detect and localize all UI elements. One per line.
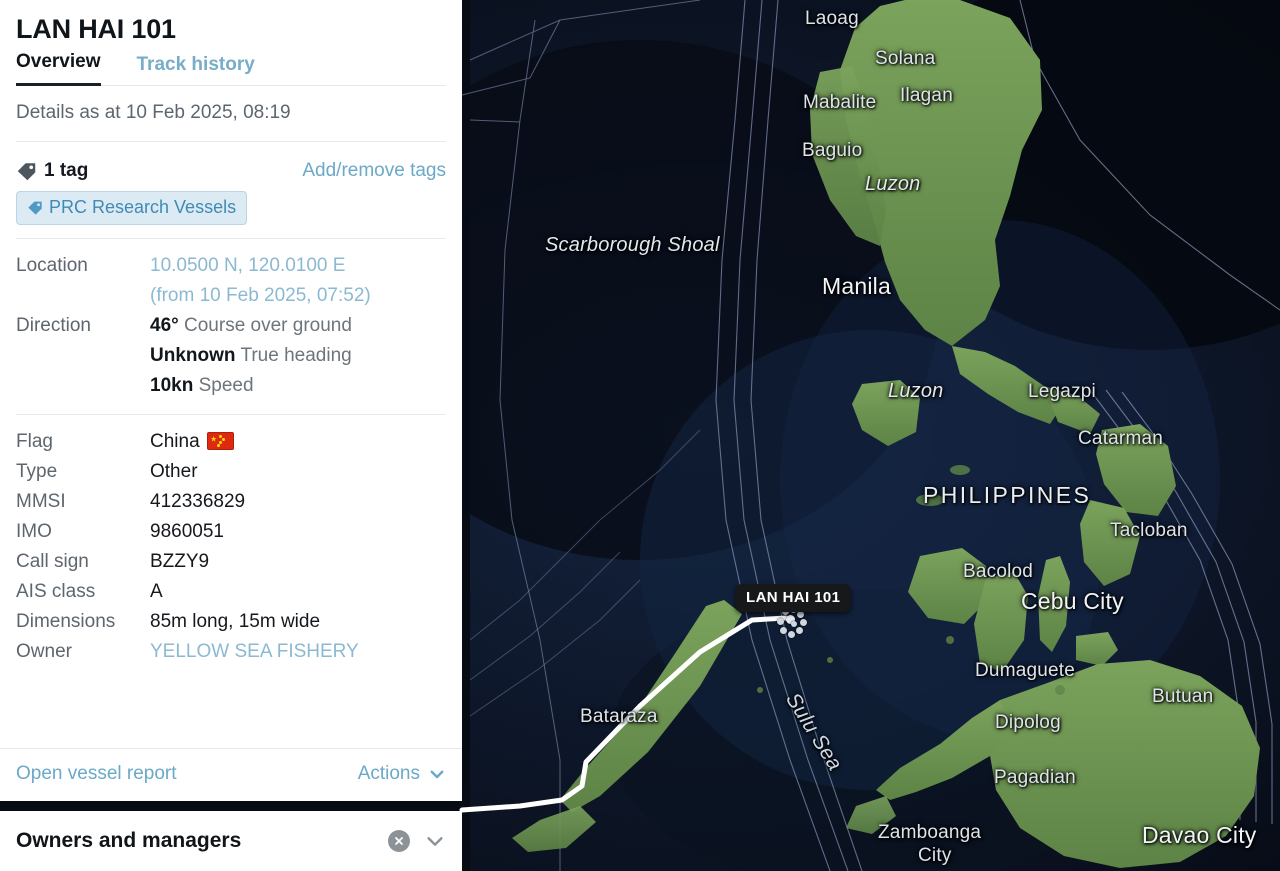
sidebar-footer: Open vessel report Actions xyxy=(0,748,462,801)
course-value: 46° xyxy=(150,315,179,336)
speed-label: Speed xyxy=(198,375,254,396)
particular-row: Type Other xyxy=(16,457,446,487)
vessel-marker-label[interactable]: LAN HAI 101 xyxy=(735,584,852,612)
tag-pill-label: PRC Research Vessels xyxy=(49,197,237,217)
owners-panel-title: Owners and managers xyxy=(16,829,242,852)
close-icon[interactable] xyxy=(388,830,410,852)
location-label: Location xyxy=(16,255,88,276)
particular-key: AIS class xyxy=(16,581,96,602)
particular-key: Dimensions xyxy=(16,611,116,632)
particular-row: Flag China xyxy=(16,427,446,457)
heading-value: Unknown xyxy=(150,345,236,366)
add-remove-tags-link[interactable]: Add/remove tags xyxy=(302,160,446,182)
direction-label: Direction xyxy=(16,315,91,336)
particular-row: AIS class A xyxy=(16,577,446,607)
actions-dropdown[interactable]: Actions xyxy=(358,763,446,785)
details-timestamp: Details as at 10 Feb 2025, 08:19 xyxy=(16,102,291,123)
particular-value: 9860051 xyxy=(150,521,224,542)
course-over-ground-row: 46° Course over ground xyxy=(150,311,352,341)
particular-key: MMSI xyxy=(16,491,66,512)
particular-key: Flag xyxy=(16,431,53,452)
actions-label: Actions xyxy=(357,763,420,784)
tab-bar: Overview Track history xyxy=(16,51,446,86)
speed-value: 10kn xyxy=(150,375,194,396)
true-heading-row: Unknown True heading xyxy=(150,341,352,371)
position-section: Location 10.0500 N, 120.0100 E (from 10 … xyxy=(16,239,446,414)
location-value-group[interactable]: 10.0500 N, 120.0100 E (from 10 Feb 2025,… xyxy=(150,251,371,311)
particular-value: China xyxy=(150,427,234,457)
tag-icon xyxy=(27,200,43,216)
particular-value: 85m long, 15m wide xyxy=(150,611,321,632)
chevron-down-icon xyxy=(428,765,446,783)
cn-flag-icon xyxy=(206,432,234,450)
tab-overview[interactable]: Overview xyxy=(16,51,101,86)
location-row: Location 10.0500 N, 120.0100 E (from 10 … xyxy=(16,251,446,311)
particular-value: 412336829 xyxy=(150,491,246,512)
particular-key: Call sign xyxy=(16,551,89,572)
page-title: LAN HAI 101 xyxy=(16,14,176,44)
open-vessel-report-link[interactable]: Open vessel report xyxy=(16,763,177,785)
direction-value-group: 46° Course over ground Unknown True head… xyxy=(150,311,352,401)
heading-label: True heading xyxy=(240,345,352,366)
particular-key: IMO xyxy=(16,521,52,542)
tab-track-history[interactable]: Track history xyxy=(137,54,255,86)
vessel-details-sidebar: LAN HAI 101 Overview Track history Detai… xyxy=(0,0,462,801)
particular-value: A xyxy=(150,581,163,602)
tags-header-row: 1 tag Add/remove tags xyxy=(16,142,446,191)
particular-value: Other xyxy=(150,461,198,482)
tag-count-label: 1 tag xyxy=(44,160,89,181)
chevron-down-icon[interactable] xyxy=(424,830,446,852)
speed-row: 10kn Speed xyxy=(150,371,352,401)
particular-row: MMSI 412336829 xyxy=(16,487,446,517)
particular-key: Owner xyxy=(16,641,72,662)
particular-row: Owner YELLOW SEA FISHERY xyxy=(16,637,446,667)
owners-and-managers-panel: Owners and managers xyxy=(0,811,462,871)
location-timestamp[interactable]: (from 10 Feb 2025, 07:52) xyxy=(150,281,371,311)
particular-value[interactable]: YELLOW SEA FISHERY xyxy=(150,637,359,667)
tag-icon xyxy=(16,161,37,182)
location-coordinates[interactable]: 10.0500 N, 120.0100 E xyxy=(150,251,371,281)
particular-row: Call sign BZZY9 xyxy=(16,547,446,577)
vessel-particulars-list: Flag China Type Other MMSI 412336829 IMO 986005… xyxy=(16,415,446,667)
tag-pill-prc-research-vessels[interactable]: PRC Research Vessels xyxy=(16,191,248,225)
particular-row: IMO 9860051 xyxy=(16,517,446,547)
direction-row: Direction 46° Course over ground Unknown… xyxy=(16,311,446,401)
particular-value: BZZY9 xyxy=(150,551,210,572)
particular-row: Dimensions 85m long, 15m wide xyxy=(16,607,446,637)
course-label: Course over ground xyxy=(184,315,352,336)
particular-key: Type xyxy=(16,461,58,482)
